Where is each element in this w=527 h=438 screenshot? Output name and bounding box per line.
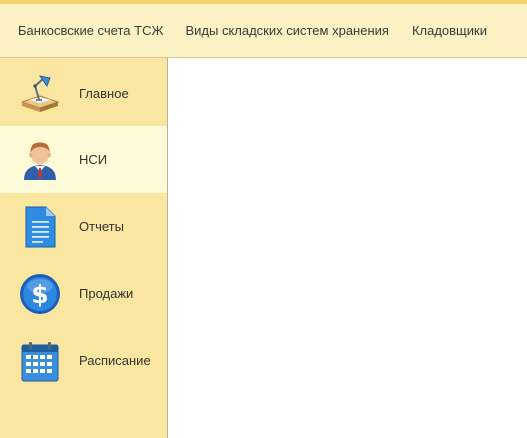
user-icon (18, 138, 62, 182)
top-panel: Банкосвские счета ТСЖ Виды складских сис… (0, 0, 527, 58)
sidebar-item-reports[interactable]: Отчеты (0, 193, 167, 260)
desk-lamp-icon (18, 72, 62, 116)
document-icon (18, 205, 62, 249)
sidebar-item-schedule[interactable]: Расписание (0, 327, 167, 394)
sidebar-item-sales[interactable]: $ Продажи (0, 260, 167, 327)
sidebar-item-main[interactable]: Главное (0, 60, 167, 127)
sidebar-item-nsi[interactable]: НСИ (0, 126, 167, 193)
sidebar-item-label: Отчеты (79, 219, 124, 234)
calendar-icon (18, 339, 62, 383)
sidebar-item-label: Расписание (79, 353, 151, 368)
sidebar-item-label: Главное (79, 86, 129, 101)
link-storekeepers[interactable]: Кладовщики (412, 23, 487, 38)
link-bank-accounts[interactable]: Банкосвские счета ТСЖ (18, 23, 163, 38)
sidebar-item-label: НСИ (79, 152, 108, 167)
svg-text:$: $ (31, 280, 48, 309)
top-links: Банкосвские счета ТСЖ Виды складских сис… (0, 23, 487, 38)
content-area (168, 58, 527, 438)
sidebar-item-label: Продажи (79, 286, 134, 301)
sections-panel: Главное НСИ Отчеты $ Продажи Расписание (0, 58, 168, 438)
link-warehouse-storage-types[interactable]: Виды складских систем хранения (185, 23, 388, 38)
dollar-coin-icon: $ (18, 272, 62, 316)
